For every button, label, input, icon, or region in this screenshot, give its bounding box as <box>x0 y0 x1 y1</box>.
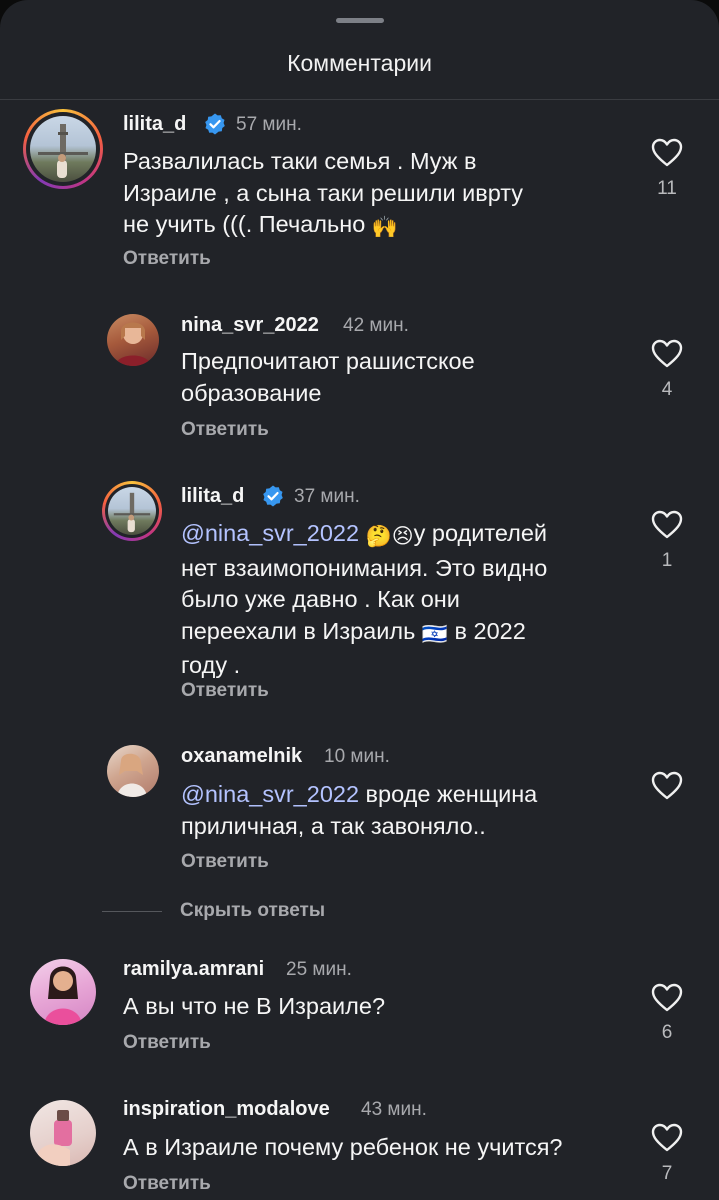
comment-text: Развалилась таки семья . Муж в Израиле ,… <box>123 146 643 244</box>
comment-line: не учить (((. Печально <box>123 211 366 237</box>
comment-line: в 2022 <box>454 617 526 644</box>
avatar[interactable] <box>107 745 159 797</box>
comment-line: приличная, а так завоняло.. <box>181 812 486 839</box>
sheet-drag-handle[interactable] <box>336 18 384 23</box>
comments-sheet: Комментарии lilita_d 57 мин. Развалилась… <box>0 0 719 1200</box>
comment-time: 10 мин. <box>324 746 390 767</box>
comment-line: Развалилась таки семья . Муж в <box>123 148 477 174</box>
comment-time: 42 мин. <box>343 315 409 336</box>
comment-time: 57 мин. <box>236 114 302 135</box>
reply-button[interactable]: Ответить <box>123 1173 211 1195</box>
comment-line: было уже давно . Как они <box>181 586 460 612</box>
sheet-title: Комментарии <box>287 50 432 76</box>
username[interactable]: nina_svr_2022 <box>181 314 319 337</box>
comment-time: 25 мин. <box>286 959 352 980</box>
comment-text: А вы что не В Израиле? <box>123 991 643 1023</box>
username[interactable]: lilita_d <box>181 485 244 508</box>
comment-time: 43 мин. <box>361 1099 427 1120</box>
username[interactable]: lilita_d <box>123 113 186 136</box>
like-count: 11 <box>657 178 677 199</box>
comment-text: @nina_svr_2022 вроде женщина приличная, … <box>181 779 641 842</box>
israel-flag-emoji: 🇮🇱 <box>421 622 448 646</box>
comment-line: А вы что не В Израиле? <box>123 993 386 1019</box>
verified-badge-icon <box>263 485 283 507</box>
comment-text: А в Израиле почему ребенок не учится? <box>123 1132 643 1164</box>
heart-outline-icon[interactable] <box>651 771 683 801</box>
comment-line: Предпочитают рашистское <box>181 348 475 374</box>
avatar[interactable] <box>102 481 162 541</box>
avatar[interactable] <box>30 959 96 1025</box>
comment-line: нет взаимопонимания. Это видно <box>181 554 548 581</box>
mention-link[interactable]: @nina_svr_2022 <box>181 781 359 807</box>
avatar[interactable] <box>23 109 103 189</box>
reply-button[interactable]: Ответить <box>123 248 211 270</box>
like-count: 4 <box>661 379 673 400</box>
thinking-emoji: 🤔😣 <box>365 525 414 548</box>
verified-badge-icon <box>205 113 225 135</box>
comment-text: @nina_svr_2022 🤔😣у родителей нет взаимоп… <box>181 518 641 682</box>
avatar[interactable] <box>107 314 159 366</box>
reply-button[interactable]: Ответить <box>181 419 269 441</box>
heart-outline-icon[interactable] <box>651 1123 683 1153</box>
username[interactable]: inspiration_modalove <box>123 1098 330 1121</box>
heart-outline-icon[interactable] <box>651 510 683 540</box>
hide-replies-divider <box>102 911 162 912</box>
comment-line: образование <box>181 379 322 406</box>
username[interactable]: ramilya.amrani <box>123 958 264 981</box>
comment-line: вроде женщина <box>359 781 538 807</box>
comment-line: переехали в Израиль <box>181 617 416 644</box>
hide-replies-button[interactable]: Скрыть ответы <box>180 900 325 922</box>
raised-hands-emoji: 🙌 <box>371 216 398 239</box>
like-count: 7 <box>661 1163 673 1184</box>
comment-line: году . <box>181 652 241 678</box>
heart-outline-icon[interactable] <box>651 983 683 1013</box>
heart-outline-icon[interactable] <box>651 138 683 168</box>
mention-link[interactable]: @nina_svr_2022 <box>181 520 359 546</box>
heart-outline-icon[interactable] <box>651 339 683 369</box>
like-count: 6 <box>661 1022 673 1043</box>
comment-line: у родителей <box>413 520 548 546</box>
header-divider <box>0 99 719 100</box>
reply-button[interactable]: Ответить <box>181 851 269 873</box>
comment-line: А в Израиле почему ребенок не учится? <box>123 1134 563 1160</box>
reply-button[interactable]: Ответить <box>123 1032 211 1054</box>
like-count: 1 <box>661 550 673 571</box>
comment-time: 37 мин. <box>294 486 360 507</box>
avatar[interactable] <box>30 1100 96 1166</box>
username[interactable]: oxanamelnik <box>181 745 302 768</box>
reply-button[interactable]: Ответить <box>181 680 269 702</box>
comment-text: Предпочитают рашистское образование <box>181 346 641 409</box>
comment-line: Израиле , а сына таки решили иврту <box>123 179 524 206</box>
